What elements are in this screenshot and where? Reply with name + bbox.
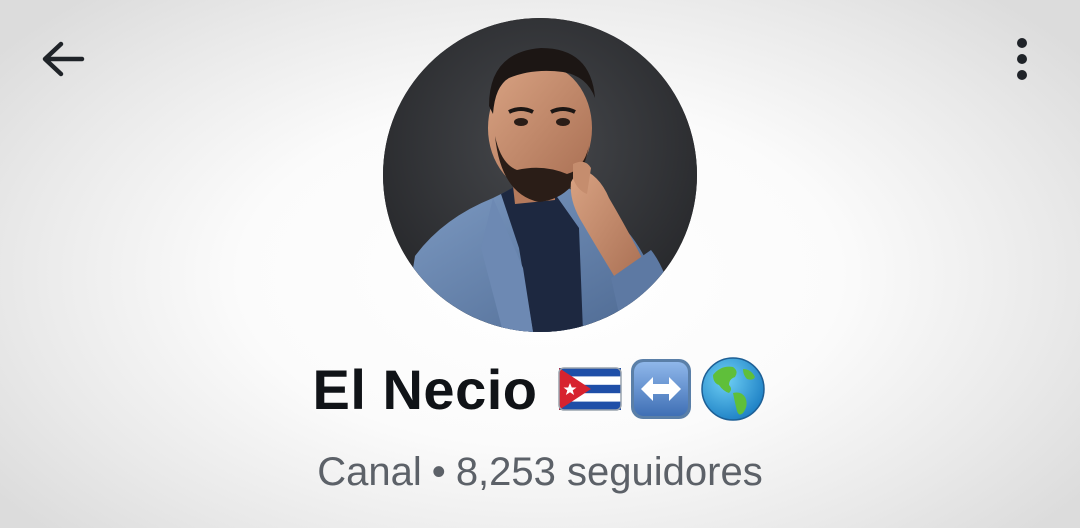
channel-meta: Canal • 8,253 seguidores	[0, 444, 1080, 500]
more-options-button[interactable]	[1000, 36, 1044, 86]
channel-name: El Necio	[312, 357, 538, 421]
channel-type: Canal	[317, 449, 422, 494]
left-right-arrow-emoji	[629, 357, 693, 421]
channel-title-row: El Necio	[0, 348, 1080, 430]
more-vertical-icon	[1015, 37, 1029, 86]
separator-dot: •	[431, 449, 446, 494]
back-button[interactable]	[38, 38, 88, 84]
cuba-flag-emoji	[557, 362, 623, 416]
arrow-left-icon	[40, 39, 86, 84]
globe-americas-emoji	[699, 355, 767, 423]
followers-count[interactable]: 8,253 seguidores	[456, 450, 763, 495]
channel-avatar[interactable]	[383, 18, 697, 332]
